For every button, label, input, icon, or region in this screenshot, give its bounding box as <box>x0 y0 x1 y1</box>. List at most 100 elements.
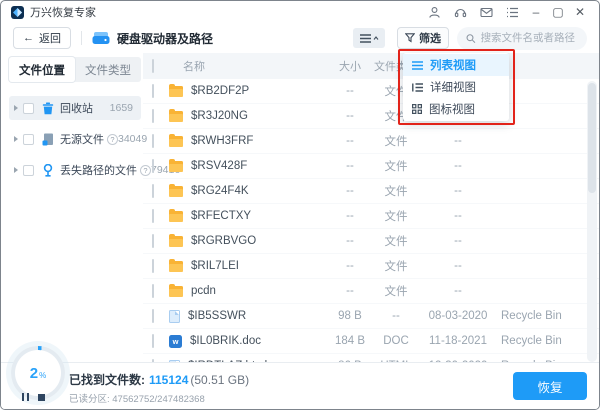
icon-view-icon <box>412 104 422 114</box>
checkbox[interactable] <box>152 134 154 148</box>
lost-path-icon <box>40 164 55 177</box>
detail-view-icon <box>412 83 423 92</box>
checkbox[interactable] <box>152 84 154 98</box>
search-box[interactable] <box>457 27 587 50</box>
table-row[interactable]: $IL0BRIK.doc 184 B DOC 11-18-2021 Recycl… <box>143 329 599 354</box>
sidebar-tabs: 文件位置 文件类型 <box>9 57 141 82</box>
word-doc-icon <box>169 335 182 348</box>
app-title: 万兴恢复专家 <box>30 4 96 20</box>
checkbox[interactable] <box>23 165 34 176</box>
found-files-size: (50.51 GB) <box>190 373 249 387</box>
back-arrow-icon: ← <box>23 32 34 44</box>
table-row[interactable]: $RGRBVGO -- 文件 -- <box>143 229 599 254</box>
recover-button[interactable]: 恢复 <box>513 372 587 400</box>
trash-icon <box>40 102 55 115</box>
scrollbar-track[interactable] <box>587 81 597 362</box>
file-icon <box>169 310 180 323</box>
divider <box>81 31 82 45</box>
checkbox[interactable] <box>152 184 154 198</box>
sidebar-item-label: 丢失路径的文件 <box>60 162 137 178</box>
filter-button[interactable]: 筛选 <box>397 27 449 49</box>
sidebar-item-label: 回收站 <box>60 100 93 116</box>
checkbox[interactable] <box>23 134 34 145</box>
item-count: 1659 <box>110 102 133 114</box>
menu-item-icon-view[interactable]: 图标视图 <box>403 98 509 120</box>
folder-icon <box>169 86 183 97</box>
feedback-mail-icon[interactable] <box>473 2 499 22</box>
app-window: 万兴恢复专家 – ▢ ✕ ← 返回 硬盘驱动器及路径 <box>0 0 600 410</box>
hard-drive-icon <box>92 31 110 46</box>
table-row[interactable]: $RSV428F -- 文件 -- <box>143 154 599 179</box>
checkbox[interactable] <box>152 209 154 223</box>
table-row[interactable]: $RIL7LEI -- 文件 -- <box>143 254 599 279</box>
checkbox[interactable] <box>152 109 154 123</box>
column-name[interactable]: 名称 <box>169 58 327 74</box>
folder-icon <box>169 211 183 222</box>
expand-caret-icon[interactable] <box>14 167 18 173</box>
tab-file-type[interactable]: 文件类型 <box>75 57 141 82</box>
checkbox[interactable] <box>152 309 154 323</box>
folder-icon <box>169 161 183 172</box>
expand-caret-icon[interactable] <box>14 105 18 111</box>
table-row[interactable]: $R3J20NG -- 文件 -- <box>143 104 599 129</box>
expand-caret-icon[interactable] <box>14 136 18 142</box>
select-all-checkbox[interactable] <box>152 59 154 73</box>
table-row[interactable]: $RFECTXY -- 文件 -- <box>143 204 599 229</box>
sidebar-item-lost-path-files[interactable]: 丢失路径的文件 79416 <box>9 158 141 182</box>
statusbar: 2% 已找到文件数:115124(50.51 GB) 已读分区: 4756275… <box>1 362 599 409</box>
scan-progress-ring: 2% <box>11 346 65 400</box>
app-logo-icon <box>11 6 24 19</box>
funnel-icon <box>405 33 415 43</box>
sidebar-item-recycle-bin[interactable]: 回收站 1659 <box>9 96 141 120</box>
file-table: 名称 大小 文件类型 $RB2DF2P -- 文件 -- $R3J20NG --… <box>143 53 599 364</box>
list-view-icon <box>412 61 423 70</box>
view-mode-button[interactable] <box>353 28 385 48</box>
menu-icon[interactable] <box>499 2 525 22</box>
toolbar: ← 返回 硬盘驱动器及路径 筛选 <box>1 23 599 53</box>
maximize-icon[interactable]: ▢ <box>547 2 569 22</box>
read-sectors-text: 已读分区: 47562752/247482368 <box>69 391 249 405</box>
folder-icon <box>169 111 183 122</box>
menu-item-detail-view[interactable]: 详细视图 <box>403 76 509 98</box>
back-label: 返回 <box>39 30 61 46</box>
help-icon[interactable] <box>107 134 118 145</box>
minimize-icon[interactable]: – <box>525 2 547 22</box>
back-button[interactable]: ← 返回 <box>13 27 71 49</box>
support-headset-icon[interactable] <box>447 2 473 22</box>
search-icon <box>466 33 476 44</box>
checkbox[interactable] <box>152 159 154 173</box>
checkbox[interactable] <box>152 259 154 273</box>
view-mode-menu: 列表视图 详细视图 图标视图 <box>403 53 509 121</box>
folder-icon <box>169 236 183 247</box>
search-input[interactable] <box>481 32 578 44</box>
found-files-label: 已找到文件数: <box>69 373 145 387</box>
folder-icon <box>169 136 183 147</box>
table-row[interactable]: $RG24F4K -- 文件 -- <box>143 179 599 204</box>
sourceless-file-icon <box>40 133 55 146</box>
table-header: 名称 大小 文件类型 <box>143 53 599 79</box>
tab-file-location[interactable]: 文件位置 <box>9 57 75 82</box>
location-title: 硬盘驱动器及路径 <box>117 30 213 47</box>
checkbox[interactable] <box>23 103 34 114</box>
found-files-count: 115124 <box>149 373 188 387</box>
account-icon[interactable] <box>421 2 447 22</box>
sidebar-item-sourceless-files[interactable]: 无源文件 34049 <box>9 127 141 151</box>
folder-icon <box>169 286 183 297</box>
close-icon[interactable]: ✕ <box>569 2 591 22</box>
folder-icon <box>169 186 183 197</box>
sidebar: 文件位置 文件类型 回收站 1659 <box>1 53 143 364</box>
table-row[interactable]: pcdn -- 文件 -- <box>143 279 599 304</box>
table-row[interactable]: $RB2DF2P -- 文件 -- <box>143 79 599 104</box>
column-size[interactable]: 大小 <box>327 58 373 74</box>
menu-item-list-view[interactable]: 列表视图 <box>403 54 509 76</box>
checkbox[interactable] <box>152 284 154 298</box>
folder-icon <box>169 261 183 272</box>
sidebar-item-label: 无源文件 <box>60 131 104 147</box>
table-row[interactable]: $RWH3FRF -- 文件 -- <box>143 129 599 154</box>
scrollbar-thumb[interactable] <box>588 83 596 193</box>
checkbox[interactable] <box>152 234 154 248</box>
titlebar: 万兴恢复专家 – ▢ ✕ <box>1 1 599 23</box>
table-row[interactable]: $IB5SSWR 98 B -- 08-03-2020 Recycle Bin <box>143 304 599 329</box>
checkbox[interactable] <box>152 334 154 348</box>
filter-label: 筛选 <box>419 30 441 46</box>
